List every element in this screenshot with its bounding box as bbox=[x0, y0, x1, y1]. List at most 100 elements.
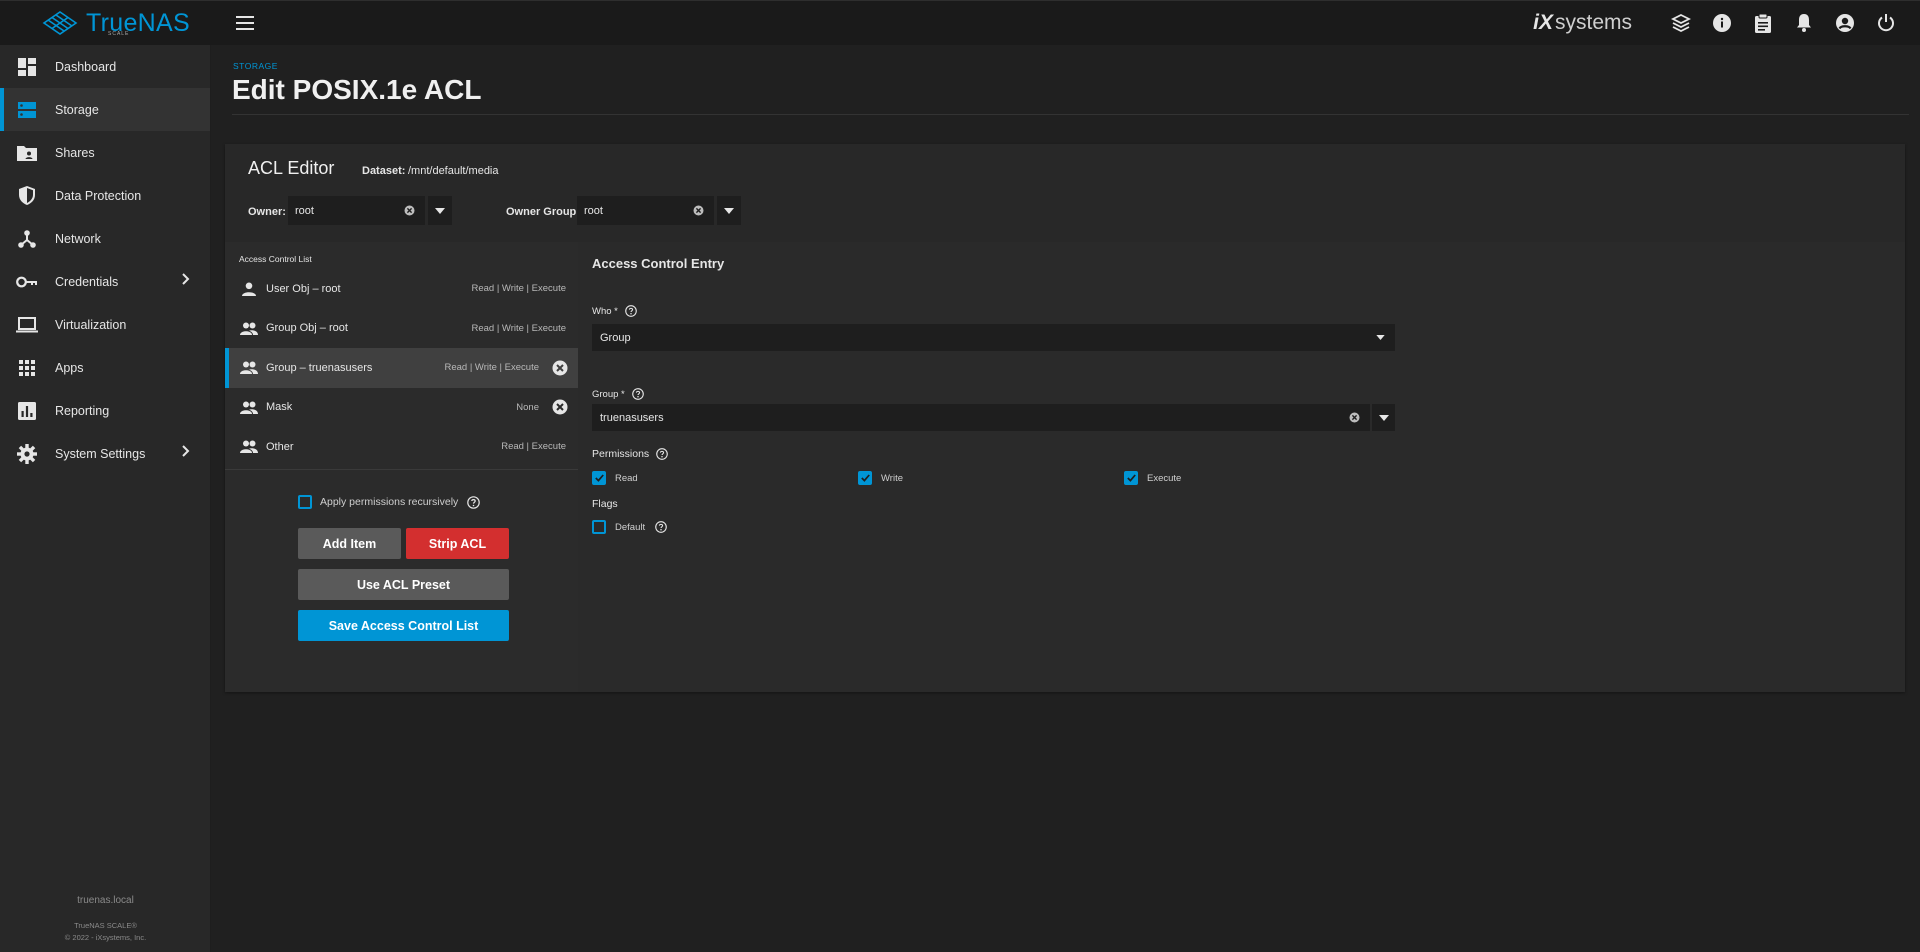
sidebar-item-label: Dashboard bbox=[55, 59, 117, 74]
sidebar-item-label: Reporting bbox=[55, 403, 110, 418]
clear-icon[interactable] bbox=[690, 203, 706, 219]
acl-entry[interactable]: Group Obj – root Read | Write | Execute bbox=[225, 309, 578, 349]
who-select[interactable]: Group bbox=[592, 324, 1395, 351]
sidebar-item-label: Credentials bbox=[55, 274, 119, 289]
group-dropdown-button[interactable] bbox=[1372, 404, 1395, 431]
flag-default: Default bbox=[592, 520, 668, 534]
owner-input[interactable]: root bbox=[288, 196, 425, 225]
caret-down-icon bbox=[1376, 335, 1385, 340]
owner-group-input[interactable]: root bbox=[577, 196, 714, 225]
sidebar-item-credentials[interactable]: Credentials bbox=[0, 260, 210, 303]
apply-recursively-checkbox[interactable] bbox=[298, 495, 312, 509]
add-item-button[interactable]: Add Item bbox=[298, 528, 401, 559]
acl-entry[interactable]: Other Read | Execute bbox=[225, 427, 578, 467]
acl-entry-name: User Obj – root bbox=[266, 282, 341, 295]
clear-icon[interactable] bbox=[1346, 410, 1362, 426]
sidebar-item-label: Data Protection bbox=[55, 188, 142, 203]
strip-acl-button[interactable]: Strip ACL bbox=[406, 528, 509, 559]
sidebar-item-label: System Settings bbox=[55, 446, 146, 461]
help-icon[interactable] bbox=[654, 520, 668, 534]
permission-write: Write bbox=[858, 471, 903, 485]
owner-dropdown-button[interactable] bbox=[428, 196, 452, 225]
owner-group-dropdown-button[interactable] bbox=[717, 196, 741, 225]
default-checkbox[interactable] bbox=[592, 520, 606, 534]
sidebar-item-label: Storage bbox=[55, 102, 99, 117]
help-icon[interactable] bbox=[655, 447, 669, 461]
execute-checkbox[interactable] bbox=[1124, 471, 1138, 485]
divider bbox=[225, 469, 578, 470]
power-button[interactable] bbox=[1865, 1, 1906, 46]
breadcrumb[interactable]: STORAGE bbox=[233, 61, 278, 71]
sidebar-item-network[interactable]: Network bbox=[0, 217, 210, 260]
sidebar-item-virtualization[interactable]: Virtualization bbox=[0, 303, 210, 346]
group-field-label: Group * bbox=[592, 387, 645, 401]
read-checkbox[interactable] bbox=[592, 471, 606, 485]
sidebar-item-label: Apps bbox=[55, 360, 84, 375]
reporting-icon bbox=[16, 400, 38, 422]
dataset-label: Dataset: bbox=[362, 165, 406, 177]
help-icon[interactable] bbox=[466, 495, 480, 509]
write-label: Write bbox=[881, 472, 903, 484]
delete-entry-button[interactable] bbox=[551, 399, 568, 416]
truecommand-icon bbox=[1670, 13, 1691, 33]
account-button[interactable] bbox=[1824, 1, 1865, 46]
ix-prefix: iX bbox=[1533, 11, 1553, 34]
acl-list-panel: Access Control List User Obj – root Read… bbox=[225, 242, 578, 692]
permissions-section-label: Permissions bbox=[592, 447, 669, 461]
apps-grid-icon bbox=[16, 357, 38, 379]
acl-entry-name: Group – truenasusers bbox=[266, 361, 373, 374]
network-icon bbox=[16, 228, 38, 250]
sidebar-item-system-settings[interactable]: System Settings bbox=[0, 432, 210, 475]
sidebar-item-data-protection[interactable]: Data Protection bbox=[0, 174, 210, 217]
menu-toggle-button[interactable] bbox=[233, 11, 257, 35]
sidebar-item-apps[interactable]: Apps bbox=[0, 346, 210, 389]
acl-entry-name: Other bbox=[266, 440, 294, 453]
group-icon bbox=[239, 318, 259, 338]
truecommand-button[interactable] bbox=[1660, 1, 1701, 46]
write-checkbox[interactable] bbox=[858, 471, 872, 485]
acl-list: User Obj – root Read | Write | Execute G… bbox=[225, 269, 578, 467]
chevron-right-icon bbox=[182, 445, 190, 460]
acl-entry-perms: Read | Execute bbox=[501, 441, 566, 453]
group-value: truenasusers bbox=[600, 411, 664, 424]
acl-entry[interactable]: Mask None bbox=[225, 388, 578, 428]
caret-down-icon bbox=[1378, 414, 1389, 421]
group-input[interactable]: truenasusers bbox=[592, 404, 1370, 431]
save-acl-button[interactable]: Save Access Control List bbox=[298, 610, 509, 641]
sidebar-item-label: Virtualization bbox=[55, 317, 127, 332]
laptop-icon bbox=[16, 314, 38, 336]
gear-icon bbox=[16, 443, 38, 465]
acl-entry-selected[interactable]: Group – truenasusers Read | Write | Exec… bbox=[225, 348, 578, 388]
info-button[interactable] bbox=[1701, 1, 1742, 46]
partner-name: systems bbox=[1554, 11, 1632, 34]
acl-entry-name: Group Obj – root bbox=[266, 322, 348, 335]
alerts-button[interactable] bbox=[1783, 1, 1824, 46]
group-icon bbox=[239, 397, 259, 417]
help-icon[interactable] bbox=[631, 387, 645, 401]
acl-entry-name: Mask bbox=[266, 401, 293, 414]
ace-title: Access Control Entry bbox=[592, 256, 725, 271]
owner-group-value: root bbox=[584, 204, 603, 217]
product-name: TrueNAS SCALE® bbox=[74, 921, 137, 930]
group-icon bbox=[239, 358, 259, 378]
ixsystems-logo[interactable]: iX systems bbox=[1533, 11, 1632, 35]
use-acl-preset-button[interactable]: Use ACL Preset bbox=[298, 569, 509, 600]
close-circle-icon bbox=[552, 360, 567, 376]
caret-down-icon bbox=[435, 207, 445, 214]
sidebar-item-label: Shares bbox=[55, 145, 95, 160]
truenas-logo[interactable]: TrueNAS SCALE bbox=[0, 1, 211, 46]
delete-entry-button[interactable] bbox=[551, 359, 568, 376]
sidebar-item-shares[interactable]: Shares bbox=[0, 131, 210, 174]
jobs-button[interactable] bbox=[1742, 1, 1783, 46]
sidebar-item-reporting[interactable]: Reporting bbox=[0, 389, 210, 432]
close-circle-icon bbox=[552, 399, 567, 415]
permissions-label: Permissions bbox=[592, 448, 650, 460]
owner-group-label: Owner Group: bbox=[506, 206, 580, 218]
sidebar-item-dashboard[interactable]: Dashboard bbox=[0, 45, 210, 88]
truenas-logo-icon bbox=[42, 11, 78, 35]
acl-entry[interactable]: User Obj – root Read | Write | Execute bbox=[225, 269, 578, 309]
sidebar-item-storage[interactable]: Storage bbox=[0, 88, 210, 131]
help-icon[interactable] bbox=[624, 304, 638, 318]
account-icon bbox=[1835, 14, 1854, 32]
clear-icon[interactable] bbox=[401, 203, 417, 219]
